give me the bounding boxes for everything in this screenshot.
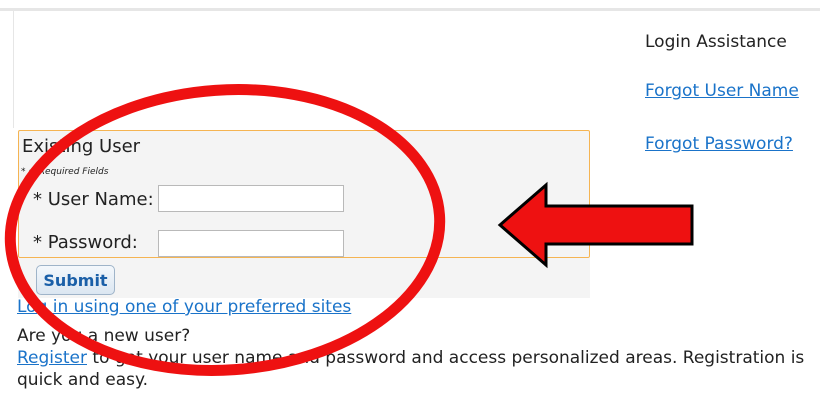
top-divider [0,8,820,11]
login-assistance-heading: Login Assistance [645,32,787,52]
forgot-username-link[interactable]: Forgot User Name [645,81,799,101]
forgot-password-link[interactable]: Forgot Password? [645,134,793,154]
register-description: to get your user name and password and a… [17,348,805,390]
username-input[interactable] [158,185,344,212]
submit-button[interactable]: Submit [36,265,115,295]
password-input[interactable] [158,230,344,257]
existing-user-heading: Existing User [22,136,141,157]
register-text: Register to get your user name and passw… [17,347,820,391]
new-user-question: Are you a new user? [17,326,191,346]
password-label: * Password: [33,232,138,253]
username-label: * User Name: [33,189,154,210]
register-link[interactable]: Register [17,348,87,368]
required-fields-note: * = Required Fields [21,167,109,177]
preferred-sites-link[interactable]: Log in using one of your preferred sites [17,297,351,317]
left-divider [13,10,14,128]
